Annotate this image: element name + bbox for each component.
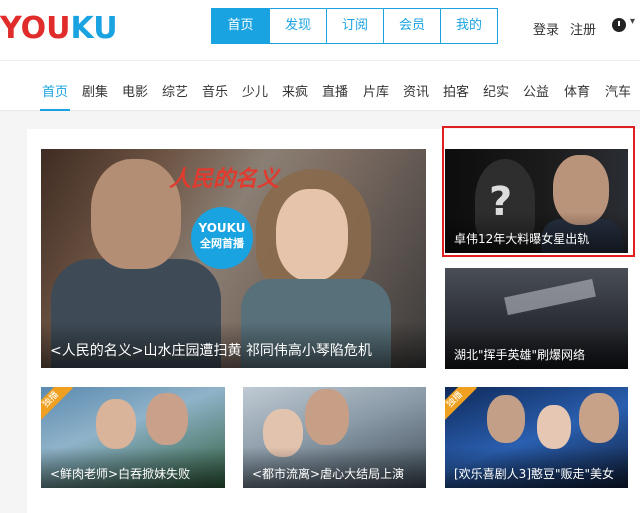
category-library[interactable]: 片库 <box>363 81 389 100</box>
bottom-tile-3-person-1 <box>487 395 525 443</box>
badge-line-2: 全网首播 <box>200 237 244 250</box>
category-charity[interactable]: 公益 <box>523 81 549 100</box>
category-movies[interactable]: 电影 <box>122 81 148 100</box>
hero-show-title-art: 人民的名义 <box>169 166 280 192</box>
bottom-tile-3-person-3 <box>579 393 619 443</box>
category-bar: 首页 剧集 电影 综艺 音乐 少儿 来疯 直播 片库 资讯 拍客 纪实 公益 体… <box>0 60 640 111</box>
category-home[interactable]: 首页 <box>42 81 68 100</box>
category-laifeng[interactable]: 来疯 <box>282 81 308 100</box>
bottom-tile-1-person-1 <box>96 399 136 449</box>
top-navigation: 首页 发现 订阅 会员 我的 <box>211 8 498 44</box>
hero-caption: <人民的名义>山水庄园遭扫黄 祁同伟高小琴陷危机 <box>41 322 426 368</box>
top-bar: YOUKU 首页 发现 订阅 会员 我的 登录 注册 ▾ <box>0 0 640 60</box>
category-kids[interactable]: 少儿 <box>242 81 268 100</box>
register-link[interactable]: 注册 <box>570 19 596 38</box>
topnav-home[interactable]: 首页 <box>212 9 269 43</box>
topnav-vip[interactable]: 会员 <box>383 9 440 43</box>
topnav-subscribe[interactable]: 订阅 <box>326 9 383 43</box>
bottom-tile-2-caption: <都市流离>虐心大结局上演 <box>243 447 426 488</box>
category-music[interactable]: 音乐 <box>202 81 228 100</box>
bottom-tile-3-caption: [欢乐喜剧人3]憨豆"贩走"美女 <box>445 447 628 488</box>
category-live[interactable]: 直播 <box>322 81 348 100</box>
category-documentary[interactable]: 纪实 <box>483 81 509 100</box>
topnav-mine[interactable]: 我的 <box>440 9 497 43</box>
bottom-video-tile-2[interactable]: <都市流离>虐心大结局上演 <box>243 387 426 488</box>
category-news[interactable]: 资讯 <box>403 81 429 100</box>
bottom-tile-1-person-2 <box>146 393 188 445</box>
category-paike[interactable]: 拍客 <box>443 81 469 100</box>
history-clock-icon[interactable] <box>612 18 626 32</box>
category-auto[interactable]: 汽车 <box>605 81 631 100</box>
highlight-frame <box>442 126 635 257</box>
bottom-tile-3-person-2 <box>537 405 571 449</box>
exclusive-ribbon: 独播 <box>41 387 73 422</box>
exclusive-ribbon: 独播 <box>445 387 477 422</box>
hero-figure-woman-face <box>276 189 348 281</box>
side-tile-2-caption: 湖北"挥手英雄"刷爆网络 <box>445 328 628 369</box>
category-variety[interactable]: 综艺 <box>162 81 188 100</box>
bottom-tile-2-person-2 <box>305 389 349 445</box>
logo-you: YOU <box>0 11 71 46</box>
youku-logo[interactable]: YOUKU <box>0 11 118 46</box>
login-link[interactable]: 登录 <box>533 19 559 38</box>
category-sports[interactable]: 体育 <box>564 81 590 100</box>
bottom-video-tile-3[interactable]: 独播 [欢乐喜剧人3]憨豆"贩走"美女 <box>445 387 628 488</box>
bottom-video-tile-1[interactable]: 独播 <鲜肉老师>白吞掀妹失败 <box>41 387 225 488</box>
chevron-down-icon[interactable]: ▾ <box>630 16 635 27</box>
hero-figure-man-face <box>91 159 181 269</box>
logo-ku: KU <box>70 11 118 46</box>
youku-premiere-badge: YOUKU 全网首播 <box>191 207 253 269</box>
side-video-tile-2[interactable]: 湖北"挥手英雄"刷爆网络 <box>445 268 628 369</box>
side-tile-2-scene <box>504 278 596 316</box>
active-category-underline <box>40 109 70 111</box>
bottom-tile-1-caption: <鲜肉老师>白吞掀妹失败 <box>41 447 225 488</box>
category-series[interactable]: 剧集 <box>82 81 108 100</box>
badge-line-1: YOUKU <box>198 221 246 235</box>
topnav-discover[interactable]: 发现 <box>269 9 326 43</box>
hero-video-tile[interactable]: 人民的名义 YOUKU 全网首播 <人民的名义>山水庄园遭扫黄 祁同伟高小琴陷危… <box>41 149 426 368</box>
